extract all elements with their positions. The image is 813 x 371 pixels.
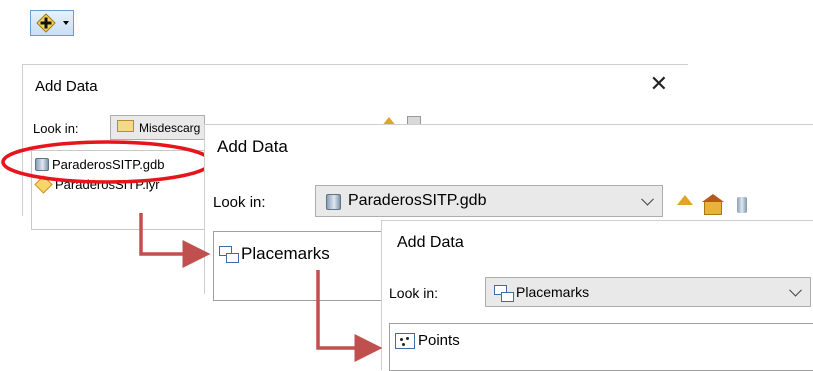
look-in-label: Look in: bbox=[213, 194, 266, 211]
look-in-value: Misdescarg bbox=[139, 120, 201, 135]
feature-dataset-icon bbox=[494, 285, 514, 302]
item-label: Points bbox=[418, 332, 460, 349]
add-data-button[interactable] bbox=[30, 10, 74, 36]
chevron-down-icon[interactable] bbox=[789, 283, 802, 297]
add-data-icon bbox=[36, 13, 56, 33]
look-in-label: Look in: bbox=[33, 121, 79, 136]
add-data-dialog-dataset: Add Data Look in: Placemarks Points bbox=[381, 220, 813, 371]
dialog-title: Add Data bbox=[35, 78, 98, 95]
chevron-down-icon[interactable] bbox=[641, 192, 654, 206]
dropdown-arrow-icon[interactable] bbox=[63, 21, 69, 25]
home-icon[interactable] bbox=[702, 194, 724, 215]
list-item-points[interactable]: Points bbox=[395, 332, 460, 349]
folder-icon bbox=[117, 120, 134, 132]
look-in-value: ParaderosSITP.gdb bbox=[348, 192, 487, 209]
database-icon[interactable] bbox=[737, 197, 747, 213]
contents-list[interactable]: Points bbox=[389, 323, 813, 371]
look-in-combo[interactable]: Misdescarg bbox=[110, 115, 205, 140]
look-in-combo[interactable]: Placemarks bbox=[485, 277, 811, 307]
close-button[interactable]: ✕ bbox=[650, 71, 668, 97]
look-in-combo[interactable]: ParaderosSITP.gdb bbox=[315, 185, 663, 217]
up-one-level-icon[interactable] bbox=[677, 195, 693, 205]
feature-dataset-icon bbox=[219, 246, 239, 263]
list-item-placemarks[interactable]: Placemarks bbox=[219, 244, 330, 264]
look-in-value: Placemarks bbox=[516, 284, 590, 300]
point-feature-class-icon bbox=[395, 332, 415, 349]
geodatabase-icon bbox=[326, 194, 341, 210]
item-label: Placemarks bbox=[241, 244, 330, 263]
dialog-title: Add Data bbox=[217, 137, 288, 156]
dialog-title: Add Data bbox=[397, 234, 464, 251]
look-in-label: Look in: bbox=[389, 285, 439, 301]
highlight-ellipse bbox=[1, 140, 213, 184]
